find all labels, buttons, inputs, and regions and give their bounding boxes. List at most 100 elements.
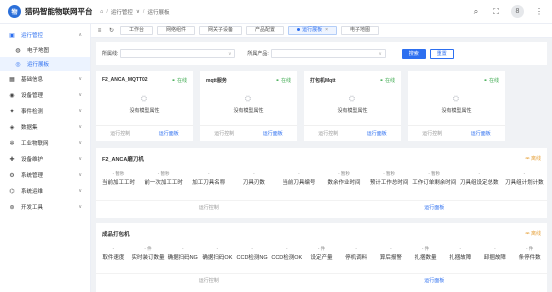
empty-text: 没有模型属性 (441, 108, 472, 114)
metric-value: - (216, 246, 219, 251)
fullscreen-icon[interactable]: ⛶ (491, 7, 501, 17)
chevron-down-icon: ∨ (78, 204, 82, 210)
sidebar-item[interactable]: ✚ 设备维护 ∨ (0, 151, 90, 167)
card-actions: 运行控制 运行面板 (408, 125, 505, 141)
sidebar-item-label: 设备维护 (21, 157, 44, 163)
sidebar-item[interactable]: ▣ 运行管控 ∧ (0, 27, 90, 43)
search-button[interactable]: 搜索 (401, 48, 426, 59)
sidebar-item[interactable]: ⊛ 开发工具 ∨ (0, 199, 90, 215)
control-link[interactable]: 运行控制 (96, 130, 145, 137)
metric-value: - (494, 246, 496, 251)
close-icon[interactable]: × (325, 27, 328, 33)
search-icon[interactable]: ⌕ (471, 7, 481, 17)
sidebar-item[interactable]: ⌬ 系统运维 ∨ (0, 183, 90, 199)
sidebar: ▣ 运行管控 ∧ ◍ 电子地图 ◎ 运行展板 ▦ 基础信息 ∨ ◉ 设备管理 ∨ ✦ 事件检测 ∨ ◈ 数据集 ∨ ✲… (0, 24, 91, 292)
breadcrumb-separator: / (106, 8, 108, 15)
metric-label: 当前刀具编号 (282, 180, 316, 186)
control-link[interactable]: 运行控制 (304, 130, 353, 137)
metric: - 件设定产量 (304, 246, 339, 261)
unlink-icon: ⚮ (525, 231, 530, 237)
sidebar-item[interactable]: ◈ 数据集 ∨ (0, 119, 90, 135)
status-text: 在线 (488, 78, 499, 84)
empty-device-icon: ⛭ (452, 94, 460, 103)
metrics-row: - 取件速度 - 件实时装订数量 - 确据扫码NG - 确据扫码OK - CCD检测NG - CCD… (96, 246, 547, 261)
metric-label: 确据扫码OK (202, 255, 233, 261)
sidebar-subitem-label: 运行展板 (27, 62, 50, 68)
metric-value: - (523, 171, 526, 176)
tab[interactable]: 网关子设备 (199, 26, 243, 35)
device-card: F2_ANCA_MQTT02 ⚭ 在线 ⛭ 没有模型属性 运行控制 运行面板 (96, 71, 193, 141)
tab-label: 电子地图 (350, 27, 371, 33)
chevron-down-icon: ∨ (78, 92, 82, 98)
metric-label: 扎捆数量 (414, 255, 437, 261)
product-filter-label: 所属产品: (247, 51, 269, 57)
metric: - CCD检测NG (235, 246, 270, 261)
metric-value: - (207, 171, 210, 176)
metric-value: - (355, 246, 357, 251)
breadcrumb-level1[interactable]: 运行管控 (111, 8, 133, 16)
metric-value: - (478, 171, 481, 176)
metric: - 件实时装订数量 (131, 246, 166, 261)
tabs-bar: ≡ ↻ 工作台 网络组件 网关子设备 产品配置 运行展板 × 电子地图 (91, 24, 552, 38)
more-icon[interactable]: ⋮ (534, 7, 544, 17)
metric-value: - 件 (144, 246, 152, 251)
panel-link[interactable]: 运行面板 (249, 130, 298, 137)
home-icon[interactable]: ⌂ (100, 9, 103, 15)
sidebar-item[interactable]: ▦ 基础信息 ∨ (0, 71, 90, 87)
card-actions: 运行控制 运行面板 (304, 125, 401, 141)
tab[interactable]: 产品配置 (246, 26, 285, 35)
reset-button[interactable]: 重置 (429, 48, 454, 59)
metric-label: 实时装订数量 (131, 255, 165, 261)
refresh-icon[interactable]: ↻ (108, 27, 115, 34)
avatar[interactable]: 8 (511, 5, 524, 18)
sidebar-item[interactable]: ✲ 工业物联网 ∨ (0, 135, 90, 151)
menu-toggle-icon[interactable]: ≡ (96, 28, 103, 34)
panel-link[interactable]: 运行面板 (322, 204, 548, 211)
status-text: 在线 (280, 78, 291, 84)
product-select[interactable]: ∨ (270, 49, 386, 58)
control-link[interactable]: 运行控制 (96, 277, 322, 284)
panel-link[interactable]: 运行面板 (322, 277, 548, 284)
sidebar-item[interactable]: ✦ 事件检测 ∨ (0, 103, 90, 119)
metric-label: CCD检测OK (271, 255, 303, 261)
main-content: 所属线: ∨ 所属产品: ∨ 搜索 重置 F2_ANCA_MQTT02 ⚭ 在线 ⛭… (96, 42, 547, 292)
panel-actions: 运行控制 运行面板 (96, 273, 547, 286)
device-card: ⚭ 在线 ⛭ 没有模型属性 运行控制 运行面板 (408, 71, 505, 141)
card-title: mqtt服务 (206, 78, 227, 84)
tab[interactable]: 网络组件 (157, 26, 196, 35)
panel-link[interactable]: 运行面板 (145, 130, 194, 137)
panel-link[interactable]: 运行面板 (457, 130, 506, 137)
panel-link[interactable]: 运行面板 (353, 130, 402, 137)
status-badge: ⚭ 在线 (171, 77, 187, 84)
line-select[interactable]: ∨ (120, 49, 236, 58)
panel-title: F2_ANCA磨刀机 (102, 157, 144, 163)
device-cards: F2_ANCA_MQTT02 ⚭ 在线 ⛭ 没有模型属性 运行控制 运行面板 mqtt服务 ⚭… (96, 71, 547, 141)
control-link[interactable]: 运行控制 (96, 204, 322, 211)
metric-value: - (286, 246, 288, 251)
metric: - 暂秒 预计工作总时间 (367, 171, 412, 186)
metric: - CCD检测OK (269, 246, 304, 261)
metric: - 停机调料 (339, 246, 374, 261)
sidebar-subitem[interactable]: ◎ 运行展板 (0, 57, 90, 71)
tab-label: 网关子设备 (208, 27, 234, 33)
tab[interactable]: 工作台 (120, 26, 154, 35)
chevron-up-icon: ∧ (78, 32, 82, 38)
sidebar-item[interactable]: ◉ 设备管理 ∨ (0, 87, 90, 103)
link-icon: ⚭ (171, 78, 176, 84)
tab[interactable]: 电子地图 (341, 26, 380, 35)
filter-bar: 所属线: ∨ 所属产品: ∨ 搜索 重置 (96, 42, 547, 65)
sidebar-item[interactable]: ⚙ 系统管理 ∨ (0, 167, 90, 183)
map-icon: ◍ (15, 47, 21, 54)
control-link[interactable]: 运行控制 (408, 130, 457, 137)
maintenance-icon: ✚ (9, 156, 15, 163)
sidebar-subitem[interactable]: ◍ 电子地图 (0, 43, 90, 57)
chevron-down-icon[interactable]: ∨ (136, 9, 140, 15)
chevron-down-icon: ∨ (78, 140, 82, 146)
metric: - 件扎捆数量 (408, 246, 443, 261)
metric-label: 算后报警 (379, 255, 402, 261)
control-link[interactable]: 运行控制 (200, 130, 249, 137)
sidebar-subitem-label: 电子地图 (27, 48, 50, 54)
app-logo[interactable]: 物 (8, 5, 21, 18)
tab[interactable]: 运行展板 × (288, 26, 337, 35)
metric-label: 设定产量 (310, 255, 333, 261)
